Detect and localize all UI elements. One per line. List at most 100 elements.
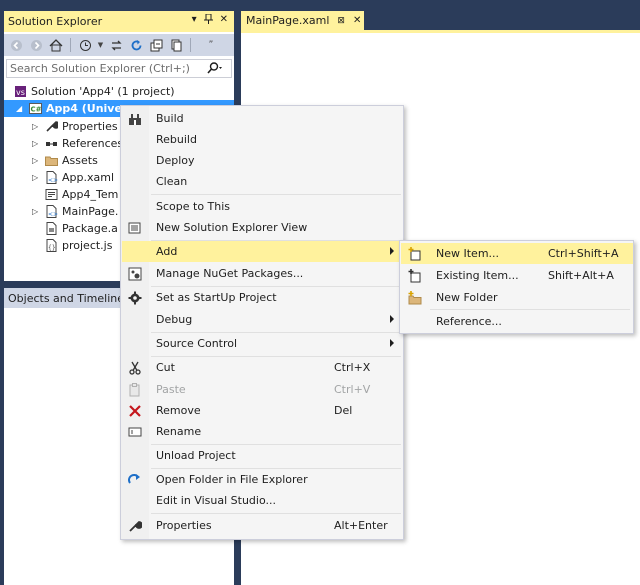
menu-item-properties[interactable]: Properties Alt+Enter (122, 515, 404, 536)
wrench-icon (45, 120, 58, 133)
show-all-files-icon[interactable] (168, 37, 184, 53)
collapsed-arrow-icon[interactable]: ▷ (32, 207, 42, 216)
menu-item-label: New Solution Explorer View (156, 221, 308, 234)
menu-item-label: Edit in Visual Studio... (156, 494, 276, 507)
submenu-item-existing-item[interactable]: Existing Item... Shift+Alt+A (401, 265, 633, 286)
csharp-project-icon: C# (29, 102, 42, 115)
pending-changes-filter-icon[interactable] (77, 37, 93, 53)
pin-icon[interactable] (203, 13, 213, 27)
tree-item-project-json[interactable]: {} project.js (45, 237, 112, 254)
pin-tab-icon[interactable]: ⊠ (337, 16, 345, 26)
search-input[interactable] (10, 62, 200, 75)
menu-item-label: Source Control (156, 337, 238, 350)
window-position-dropdown-icon[interactable]: ▾ (192, 14, 197, 27)
menu-item-deploy[interactable]: Deploy (122, 150, 404, 171)
new-folder-icon (407, 290, 423, 306)
svg-text:C#: C# (31, 106, 42, 114)
nuget-icon (127, 266, 143, 282)
scissors-icon (127, 360, 143, 376)
submenu-item-label: New Item... (436, 247, 500, 260)
solution-explorer-search-box[interactable] (6, 59, 232, 78)
menu-item-label: Set as StartUp Project (156, 291, 277, 304)
menu-item-label: Open Folder in File Explorer (156, 473, 308, 486)
menu-item-shortcut: Ctrl+X (334, 361, 371, 374)
folder-icon (45, 154, 58, 167)
menu-item-set-as-startup-project[interactable]: Set as StartUp Project (122, 287, 404, 308)
tab-mainpage-xaml[interactable]: MainPage.xaml ⊠ ✕ (241, 11, 364, 30)
close-icon[interactable]: ✕ (220, 14, 228, 27)
collapsed-arrow-icon[interactable]: ▷ (32, 156, 42, 165)
submenu-item-label: Existing Item... (436, 269, 519, 282)
solution-explorer-titlebar[interactable]: Solution Explorer ▾ ✕ (4, 11, 234, 32)
home-icon[interactable] (48, 37, 64, 53)
submenu-arrow-icon (390, 339, 394, 347)
collapsed-arrow-icon[interactable]: ▷ (32, 122, 42, 131)
submenu-arrow-icon (390, 315, 394, 323)
menu-item-edit-in-visual-studio[interactable]: Edit in Visual Studio... (122, 490, 404, 511)
tree-item-assets[interactable]: ▷ Assets (32, 152, 98, 169)
tab-label: MainPage.xaml (246, 14, 330, 27)
menu-item-manage-nuget-packages[interactable]: Manage NuGet Packages... (122, 263, 404, 284)
remove-icon (127, 403, 143, 419)
tree-item-solution[interactable]: vs Solution 'App4' (1 project) (14, 83, 175, 100)
submenu-item-new-folder[interactable]: New Folder (401, 287, 633, 308)
collapsed-arrow-icon[interactable]: ▷ (32, 139, 42, 148)
search-icon[interactable] (207, 62, 223, 77)
dropdown-arrow-icon[interactable]: ▼ (97, 37, 104, 53)
tree-item-label: Assets (62, 154, 98, 167)
menu-item-scope-to-this[interactable]: Scope to This (122, 196, 404, 217)
tree-item-label: App.xaml (62, 171, 115, 184)
collapsed-arrow-icon[interactable]: ▷ (32, 173, 42, 182)
menu-item-label: Rename (156, 425, 202, 438)
refresh-icon[interactable] (128, 37, 144, 53)
menu-item-source-control[interactable]: Source Control (122, 333, 404, 354)
more-options-icon[interactable]: ” (203, 37, 219, 53)
menu-item-build[interactable]: Build (122, 108, 404, 129)
tree-item-label: Solution 'App4' (1 project) (31, 85, 175, 98)
new-item-icon (407, 246, 423, 262)
menu-item-cut[interactable]: Cut Ctrl+X (122, 357, 404, 378)
menu-item-label: Build (156, 112, 184, 125)
toolbar-separator (70, 38, 71, 52)
menu-item-label: Debug (156, 313, 193, 326)
tree-item-app4-temporary-key[interactable]: App4_Tem (45, 186, 118, 203)
sync-with-active-document-icon[interactable] (108, 37, 124, 53)
menu-item-rebuild[interactable]: Rebuild (122, 129, 404, 150)
menu-item-open-folder-in-file-explorer[interactable]: Open Folder in File Explorer (122, 469, 404, 490)
submenu-item-reference[interactable]: Reference... (401, 311, 633, 332)
collapse-all-icon[interactable] (148, 37, 164, 53)
menu-item-unload-project[interactable]: Unload Project (122, 445, 404, 466)
expanded-arrow-icon[interactable]: ◢ (16, 104, 26, 113)
menu-item-label: Properties (156, 519, 212, 532)
back-icon[interactable] (8, 37, 24, 53)
close-tab-icon[interactable]: ✕ (353, 15, 361, 26)
svg-text:<>: <> (48, 177, 58, 184)
rename-icon (127, 424, 143, 440)
submenu-item-new-item[interactable]: New Item... Ctrl+Shift+A (401, 243, 633, 264)
menu-item-new-solution-explorer-view[interactable]: New Solution Explorer View (122, 217, 404, 238)
submenu-arrow-icon (390, 247, 394, 255)
menu-item-rename[interactable]: Rename (122, 421, 404, 442)
tree-item-label: MainPage. (62, 205, 119, 218)
menu-item-label: Unload Project (156, 449, 236, 462)
tree-item-label: App4_Tem (62, 188, 119, 201)
menu-item-label: Scope to This (156, 200, 231, 213)
tree-item-properties[interactable]: ▷ Properties (32, 118, 118, 135)
submenu-item-label: New Folder (436, 291, 498, 304)
paste-icon (127, 382, 143, 398)
menu-item-add[interactable]: Add (122, 241, 404, 262)
project-context-menu: Build Rebuild Deploy Clean Scope to This… (120, 105, 404, 540)
menu-item-remove[interactable]: Remove Del (122, 400, 404, 421)
menu-item-debug[interactable]: Debug (122, 309, 404, 330)
menu-item-clean[interactable]: Clean (122, 171, 404, 192)
menu-item-label: Paste (156, 383, 186, 396)
tree-item-package-manifest[interactable]: Package.a (45, 220, 118, 237)
tree-item-references[interactable]: ▷ References (32, 135, 123, 152)
json-file-icon: {} (45, 239, 58, 252)
tree-item-app-xaml[interactable]: ▷ <> App.xaml (32, 169, 114, 186)
menu-item-label: Manage NuGet Packages... (156, 267, 304, 280)
tree-item-mainpage[interactable]: ▷ <> MainPage. (32, 203, 118, 220)
solution-icon: vs (14, 85, 27, 98)
submenu-item-label: Reference... (436, 315, 502, 328)
forward-icon[interactable] (28, 37, 44, 53)
